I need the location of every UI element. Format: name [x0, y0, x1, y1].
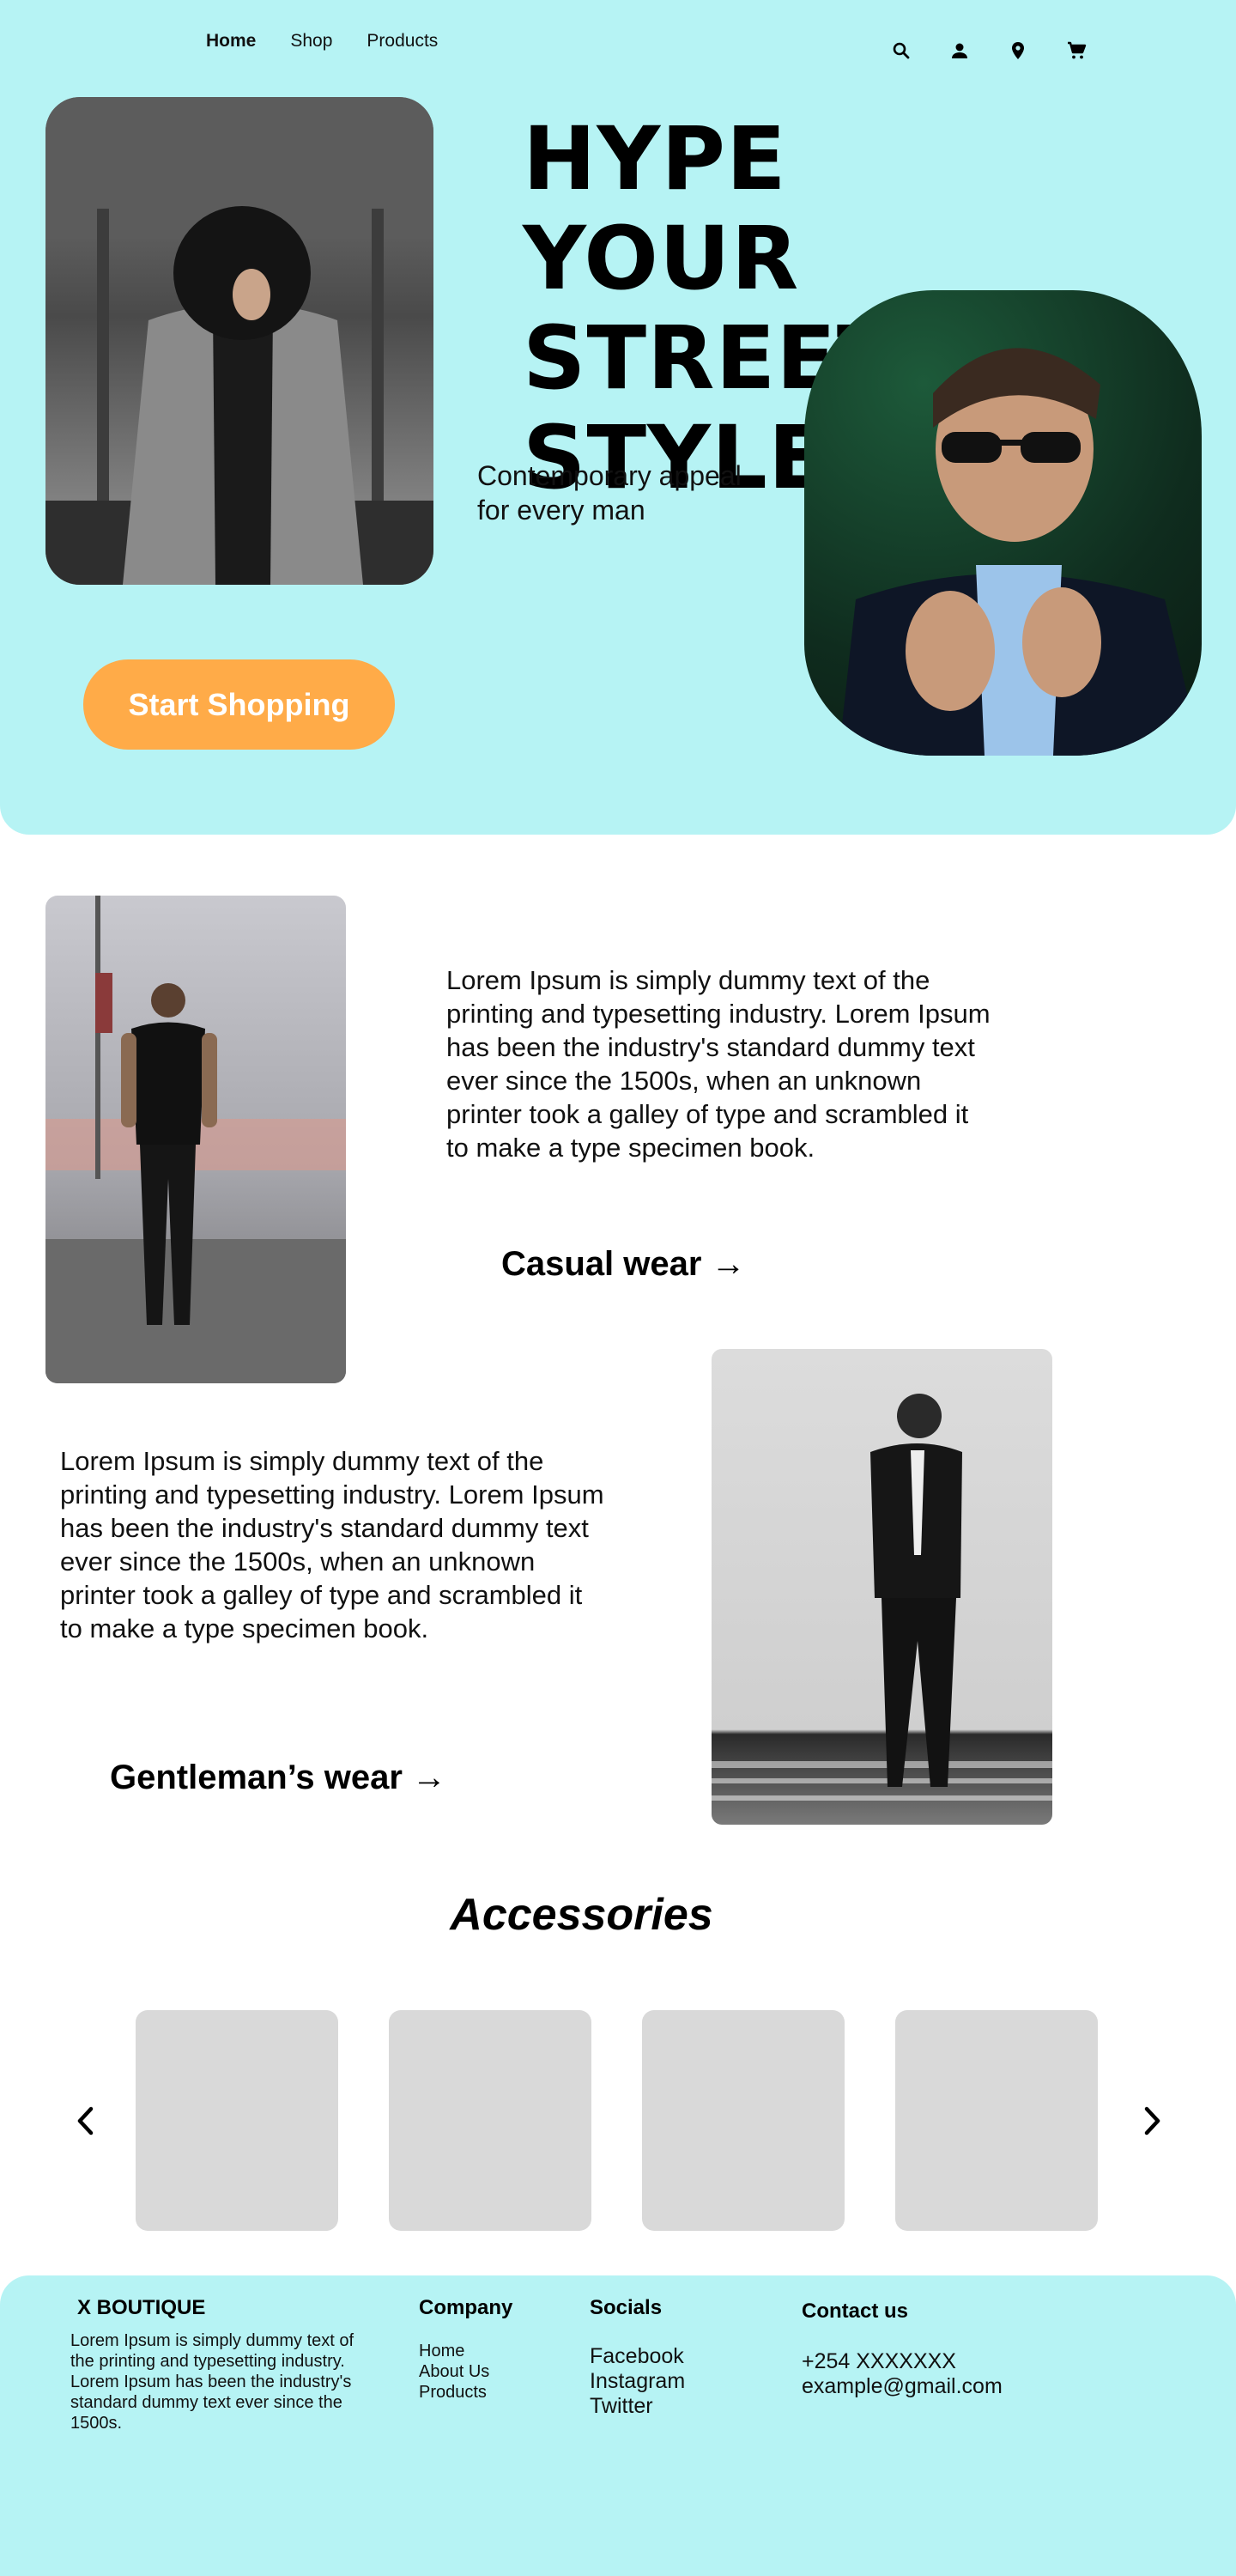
- search-icon[interactable]: [888, 38, 914, 64]
- nav-icons: [888, 38, 1089, 64]
- footer-brand: X BOUTIQUE: [77, 2296, 206, 2319]
- chevron-right-icon[interactable]: [1135, 2100, 1169, 2142]
- accessory-card[interactable]: [895, 2010, 1098, 2231]
- casual-wear-link[interactable]: Casual wear →: [501, 1245, 746, 1284]
- footer-company-heading: Company: [419, 2296, 513, 2319]
- hero-subtitle: Contemporary appeal for every man: [477, 459, 803, 527]
- casual-wear-photo: [45, 896, 346, 1383]
- location-icon[interactable]: [1005, 38, 1031, 64]
- cart-icon[interactable]: [1063, 38, 1089, 64]
- footer-link-about-us[interactable]: About Us: [419, 2361, 489, 2382]
- accessory-card[interactable]: [642, 2010, 845, 2231]
- footer-socials-list: Facebook Instagram Twitter: [590, 2344, 685, 2419]
- start-shopping-button[interactable]: Start Shopping: [83, 659, 395, 750]
- footer-contact-email[interactable]: example@gmail.com: [802, 2374, 1003, 2399]
- footer-socials-heading: Socials: [590, 2296, 663, 2319]
- footer-link-instagram[interactable]: Instagram: [590, 2369, 685, 2394]
- footer-contact-heading: Contact us: [802, 2300, 909, 2323]
- footer-link-twitter[interactable]: Twitter: [590, 2394, 685, 2419]
- accessory-card[interactable]: [136, 2010, 338, 2231]
- page: Home Shop Products HYPE YOUR STREET STYL…: [0, 0, 1236, 2576]
- footer-brand-description: Lorem Ipsum is simply dummy text of the …: [70, 2331, 354, 2433]
- casual-wear-description: Lorem Ipsum is simply dummy text of the …: [446, 965, 991, 1163]
- nav-link-products[interactable]: Products: [367, 31, 438, 52]
- gentleman-wear-photo: [712, 1349, 1052, 1825]
- chevron-left-icon[interactable]: [69, 2100, 103, 2142]
- footer-link-facebook[interactable]: Facebook: [590, 2344, 685, 2369]
- hero-subtitle-line: Contemporary appeal: [477, 460, 742, 491]
- hero-title-line: HYPE YOUR: [523, 108, 800, 310]
- nav-link-home[interactable]: Home: [206, 31, 256, 52]
- nav-link-shop[interactable]: Shop: [290, 31, 332, 52]
- user-icon[interactable]: [947, 38, 972, 64]
- footer-company-list: Home About Us Products: [419, 2341, 489, 2403]
- hero-subtitle-line: for every man: [477, 495, 645, 526]
- gentleman-wear-link[interactable]: Gentleman’s wear →: [110, 1759, 446, 1797]
- accessory-card[interactable]: [389, 2010, 591, 2231]
- hero-photo-sunglasses-man: [804, 290, 1202, 756]
- footer-link-home[interactable]: Home: [419, 2341, 489, 2361]
- footer-link-products[interactable]: Products: [419, 2382, 489, 2403]
- nav-links: Home Shop Products: [206, 31, 438, 52]
- footer-contact-phone: +254 XXXXXXX: [802, 2349, 956, 2373]
- accessories-title: Accessories: [450, 1890, 713, 1940]
- footer-contact-list: +254 XXXXXXX example@gmail.com: [802, 2349, 1003, 2399]
- gentleman-wear-description: Lorem Ipsum is simply dummy text of the …: [60, 1446, 604, 1643]
- hero-photo-hat-man: [45, 97, 433, 585]
